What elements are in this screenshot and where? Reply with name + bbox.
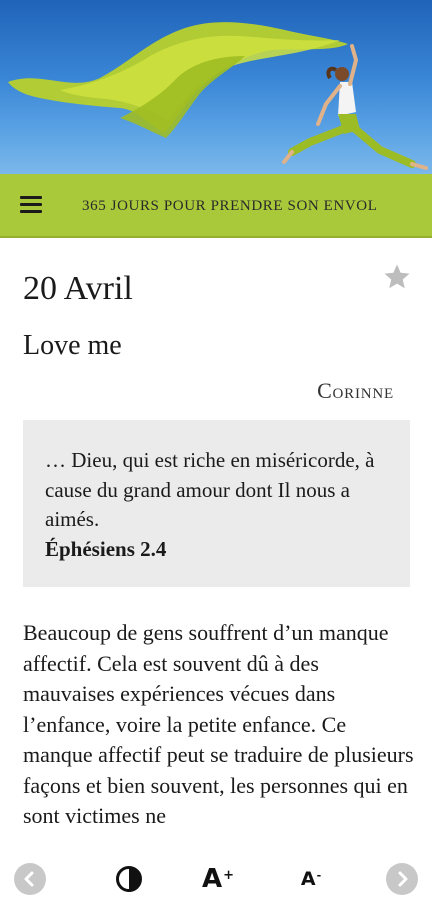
favorite-button[interactable]	[382, 262, 412, 292]
app-title: 365 JOURS POUR PRENDRE SON ENVOL	[82, 197, 378, 214]
bottom-toolbar: A+ A-	[0, 858, 432, 900]
header-banner-image	[0, 0, 432, 174]
entry-body: Beaucoup de gens souffrent d’un manque a…	[23, 620, 414, 828]
entry-title: Love me	[23, 330, 122, 361]
menu-button[interactable]	[0, 173, 62, 237]
chevron-left-icon	[14, 863, 46, 895]
increase-font-button[interactable]: A+	[198, 864, 238, 894]
entry-date: 20 Avril	[23, 270, 133, 307]
hamburger-icon	[20, 196, 42, 214]
quote-reference: Éphésiens 2.4	[45, 536, 167, 561]
contrast-icon	[116, 866, 142, 892]
app-title-bar: 365 JOURS POUR PRENDRE SON ENVOL	[0, 174, 432, 238]
next-day-button[interactable]	[386, 863, 418, 895]
font-decrease-icon: A-	[300, 868, 322, 890]
quote-text: … Dieu, qui est riche en miséricorde, à …	[45, 448, 375, 531]
entry-author: Corinne	[317, 378, 394, 403]
banner-illustration	[8, 22, 428, 170]
reading-content[interactable]: 20 Avril Love me Corinne … Dieu, qui est…	[0, 240, 432, 850]
chevron-right-icon	[386, 863, 418, 895]
font-increase-icon: A+	[201, 864, 235, 894]
contrast-toggle-button[interactable]	[113, 864, 145, 894]
previous-day-button[interactable]	[14, 863, 46, 895]
decrease-font-button[interactable]: A-	[295, 864, 327, 894]
star-icon	[384, 264, 410, 289]
scripture-quote: … Dieu, qui est riche en miséricorde, à …	[23, 420, 410, 587]
